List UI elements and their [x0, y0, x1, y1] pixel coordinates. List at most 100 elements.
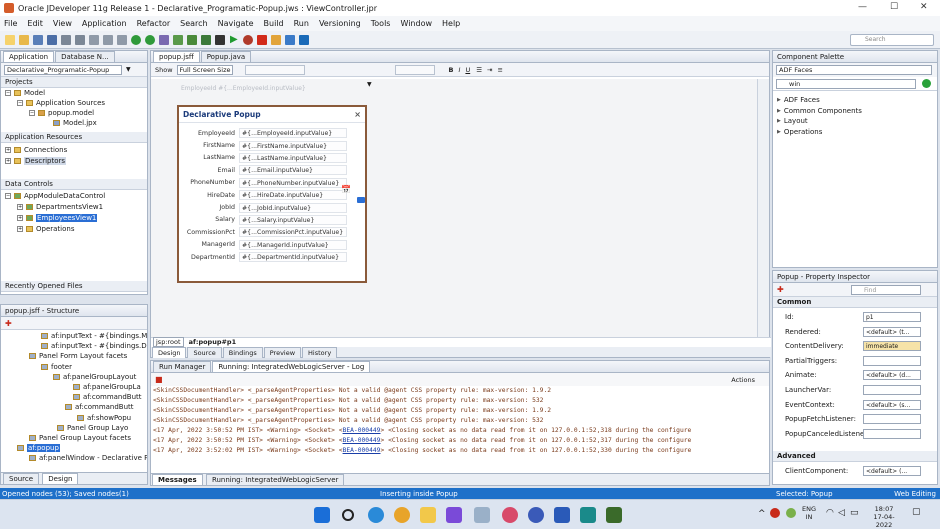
search-input[interactable]: Search [850, 34, 934, 46]
layout-icon[interactable] [298, 34, 309, 45]
property-value[interactable] [863, 428, 921, 439]
jdeveloper-taskbar-icon[interactable] [474, 507, 490, 523]
new-icon[interactable] [5, 34, 15, 45]
tray-overflow-icon[interactable]: ^ [758, 509, 766, 519]
font-size-select[interactable] [394, 64, 435, 75]
projects-section[interactable]: Projects [1, 77, 147, 88]
palette-category[interactable]: ▶ Operations [773, 127, 937, 138]
structure-node[interactable]: af:inputText - #{bindings.De [41, 342, 147, 350]
open-icon[interactable] [19, 34, 29, 45]
property-value[interactable]: <default> (s... [863, 399, 921, 410]
dialog-close-icon[interactable]: × [354, 110, 361, 119]
menu-window[interactable]: Window [400, 19, 432, 28]
tab-bindings[interactable]: Bindings [222, 347, 263, 358]
field-input[interactable]: #{...CommissionPct.inputValue} [239, 227, 347, 238]
field-input[interactable]: #{...JobId.inputValue} [239, 202, 347, 213]
go-icon[interactable] [922, 79, 931, 88]
structure-node[interactable]: af:showPopu [77, 414, 131, 422]
tab-application[interactable]: Application [3, 51, 55, 62]
undo-icon[interactable] [61, 34, 71, 45]
slack-icon[interactable] [446, 507, 462, 523]
field-input[interactable]: #{...FirstName.inputValue} [239, 140, 347, 151]
battery-icon[interactable]: ▭ [850, 508, 859, 518]
recent-files-section[interactable]: Recently Opened Files [1, 281, 147, 292]
breadcrumb-popup[interactable]: af:popup#p1 [189, 338, 237, 346]
editor-vscroll[interactable] [757, 79, 769, 341]
design-canvas[interactable]: EmployeeId #{...EmployeeId.inputValue} ▼… [151, 79, 757, 341]
menu-search[interactable]: Search [180, 19, 207, 28]
property-value[interactable]: immediate [863, 341, 921, 352]
property-value[interactable]: <default> (d... [863, 370, 921, 381]
declarative-popup-dialog[interactable]: Declarative Popup × EmployeeId #{...Emplo… [177, 105, 367, 283]
language-indicator[interactable]: ENG IN [802, 505, 816, 521]
align-icon[interactable]: ≡ [497, 66, 502, 74]
tab-running-server[interactable]: Running: IntegratedWebLogicServer [205, 474, 345, 485]
build-icon[interactable] [173, 34, 183, 45]
save-icon[interactable] [33, 34, 43, 45]
field-input[interactable]: #{...HireDate.inputValue} [239, 190, 347, 201]
deploy-icon[interactable] [201, 34, 211, 45]
tab-history[interactable]: History [302, 347, 338, 358]
field-input[interactable]: #{...ManagerId.inputValue} [239, 239, 347, 250]
word-icon[interactable] [554, 507, 570, 523]
bold-icon[interactable]: B [449, 66, 454, 74]
edge-icon[interactable] [368, 507, 384, 523]
tab-server-log[interactable]: Running: IntegratedWebLogicServer - Log [212, 361, 371, 372]
menu-edit[interactable]: Edit [27, 19, 43, 28]
field-input[interactable]: #{...DepartmentId.inputValue} [239, 252, 347, 263]
list-icon[interactable]: ☰ [476, 66, 482, 74]
field-input[interactable]: #{...Salary.inputValue} [239, 214, 347, 225]
italic-icon[interactable]: I [459, 66, 461, 74]
tab-popup-java[interactable]: Popup.java [200, 51, 252, 62]
notification-icon[interactable]: ▢ [912, 507, 921, 517]
date-picker-icon[interactable]: 📅 [341, 185, 351, 194]
field-input[interactable]: #{...Email.inputValue} [239, 165, 347, 176]
stop-icon[interactable] [256, 34, 267, 45]
wifi-icon[interactable]: ◠ [826, 508, 834, 518]
structure-node[interactable]: footer [41, 363, 72, 371]
underline-icon[interactable]: U [465, 66, 470, 74]
tab-source[interactable]: Source [187, 347, 222, 358]
app-resources-section[interactable]: Application Resources [1, 132, 147, 143]
palette-search-input[interactable]: win [776, 78, 916, 89]
structure-node[interactable]: Panel Group Layout facets [29, 434, 131, 442]
tab-messages[interactable]: Messages [152, 474, 203, 485]
screen-size-select[interactable]: Full Screen Size [176, 64, 233, 75]
show-label[interactable]: Show [155, 66, 173, 74]
menu-view[interactable]: View [53, 19, 72, 28]
palette-category[interactable]: ▶ ADF Faces [773, 95, 937, 106]
tab-structure-design[interactable]: Design [42, 473, 79, 484]
tab-design[interactable]: Design [152, 347, 187, 358]
property-value[interactable] [863, 414, 921, 425]
browser-icon[interactable] [528, 507, 544, 523]
log-error-link[interactable]: BEA-000449 [343, 437, 381, 444]
tree-model[interactable]: − Model [5, 89, 45, 97]
tree-employees-view[interactable]: + EmployeesView1 [17, 214, 98, 222]
structure-node[interactable]: af:popup [17, 444, 60, 453]
menu-build[interactable]: Build [264, 19, 284, 28]
rebuild-icon[interactable] [187, 34, 197, 45]
tray-app2-icon[interactable] [786, 508, 796, 518]
inspector-find-input[interactable]: Find [851, 284, 921, 295]
file-explorer-icon[interactable] [420, 507, 436, 523]
property-value[interactable] [863, 355, 921, 366]
run-icon[interactable]: ▶ [230, 34, 238, 45]
tree-operations[interactable]: + Operations [17, 225, 74, 233]
data-controls-section[interactable]: Data Controls [1, 179, 147, 190]
menu-refactor[interactable]: Refactor [137, 19, 171, 28]
paste-icon[interactable] [117, 34, 127, 45]
debug-config-icon[interactable] [159, 34, 169, 45]
tab-preview[interactable]: Preview [263, 347, 302, 358]
structure-node[interactable]: af:panelGroupLa [73, 383, 141, 391]
folder-icon[interactable] [270, 34, 281, 45]
common-section[interactable]: Common [773, 297, 937, 308]
forward-icon[interactable] [145, 34, 155, 45]
tree-descriptors[interactable]: + Descriptors [5, 157, 67, 165]
structure-node[interactable]: af:commandButt [65, 403, 134, 411]
structure-node[interactable]: af:commandButt [73, 393, 142, 401]
windows-start-icon[interactable] [314, 507, 330, 523]
window-icon[interactable] [284, 34, 295, 45]
palette-library-select[interactable]: ADF Faces [776, 65, 932, 75]
pin-icon[interactable]: ✚ [5, 319, 12, 328]
maximize-icon[interactable]: ☐ [890, 2, 898, 12]
